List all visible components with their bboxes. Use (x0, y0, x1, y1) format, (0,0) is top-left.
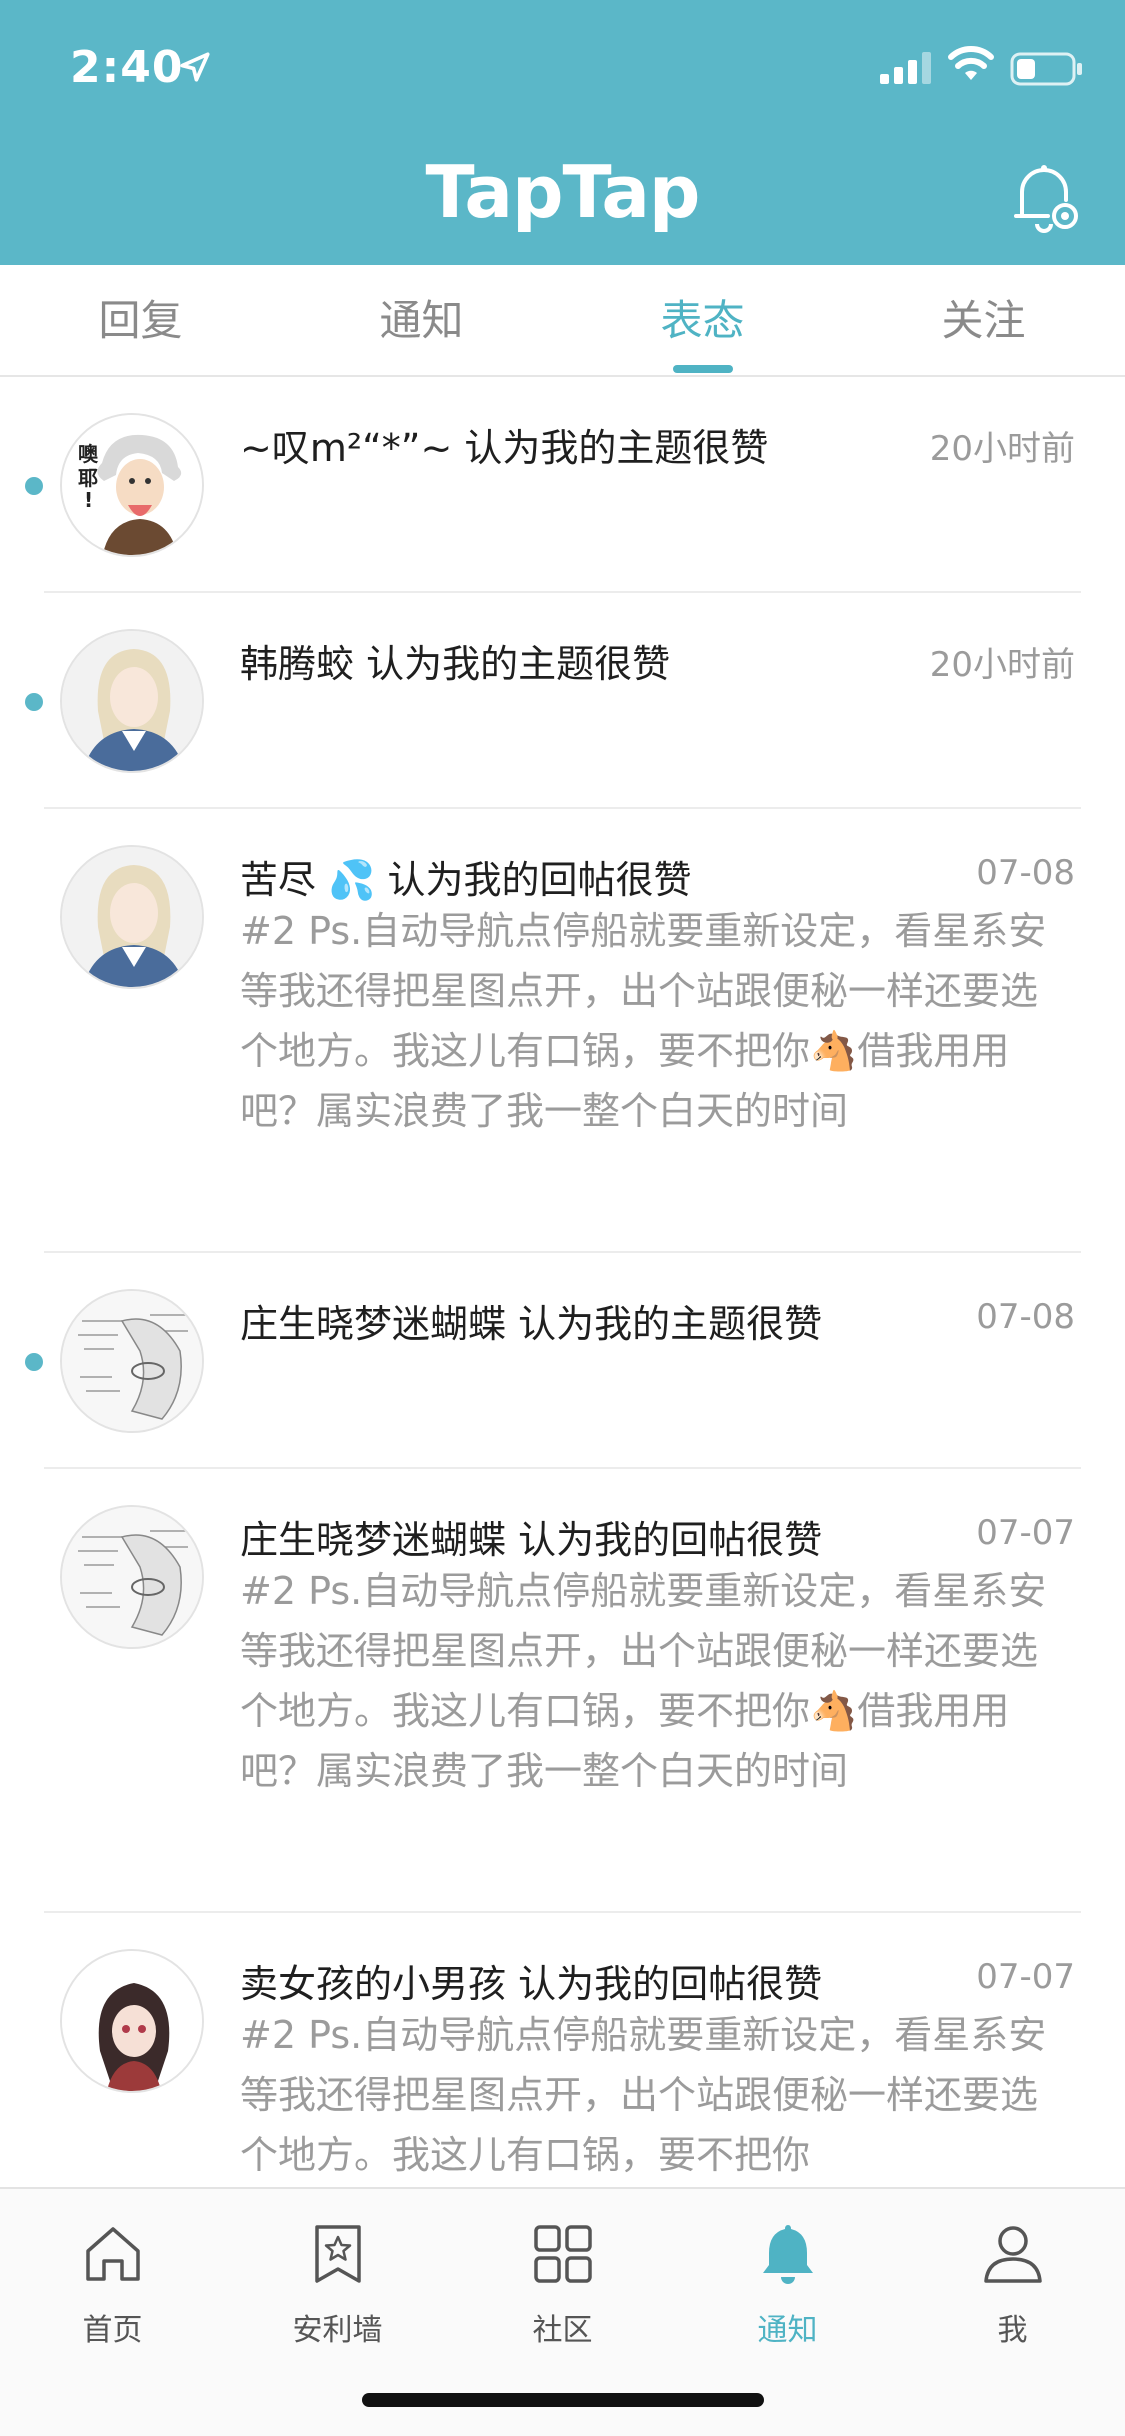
notification-excerpt: #2 Ps.自动导航点停船就要重新设定，看星系安等我还得把星图点开，出个站跟便秘… (240, 2013, 1047, 2177)
nav-home-label: 首页 (82, 2313, 143, 2348)
notification-item[interactable]: 庄生晓梦迷蝴蝶 认为我的主题很赞 07-08 (0, 1253, 1125, 1469)
bell-icon (763, 2225, 813, 2284)
wifi-icon (948, 46, 994, 80)
tab-follows[interactable]: 关注 (843, 265, 1124, 377)
notification-time: 07-07 (976, 1957, 1075, 1997)
svg-text:耶: 耶 (78, 466, 98, 490)
nav-me-label: 我 (997, 2313, 1028, 2348)
location-arrow-icon (180, 52, 210, 82)
notification-title: 卖女孩的小男孩 认为我的回帖很赞 (240, 1962, 823, 2006)
notification-time: 07-08 (976, 853, 1075, 893)
active-tab-indicator (673, 365, 733, 373)
unread-dot (25, 693, 43, 711)
bookmark-star-icon (315, 2225, 361, 2283)
notification-title: 苦尽 💦 认为我的回帖很赞 (240, 858, 692, 902)
nav-me[interactable]: 我 (900, 2209, 1125, 2349)
home-indicator[interactable] (362, 2393, 764, 2407)
notification-title: 庄生晓梦迷蝴蝶 认为我的主题很赞 (240, 1302, 823, 1346)
status-time: 2:40 (70, 42, 184, 93)
notification-excerpt: #2 Ps.自动导航点停船就要重新设定，看星系安等我还得把星图点开，出个站跟便秘… (240, 1569, 1047, 1793)
nav-notifications[interactable]: 通知 (675, 2209, 900, 2349)
notification-title: ~叹m²“*”~ 认为我的主题很赞 (240, 426, 769, 470)
notification-excerpt: #2 Ps.自动导航点停船就要重新设定，看星系安等我还得把星图点开，出个站跟便秘… (240, 909, 1047, 1133)
svg-text:噢: 噢 (78, 442, 99, 466)
notification-item[interactable]: 卖女孩的小男孩 认为我的回帖很赞 07-07 #2 Ps.自动导航点停船就要重新… (0, 1913, 1125, 2187)
nav-home[interactable]: 首页 (0, 2209, 225, 2349)
nav-community-label: 社区 (532, 2313, 593, 2348)
avatar[interactable] (60, 1505, 204, 1649)
tab-likes[interactable]: 表态 (562, 265, 843, 377)
avatar[interactable] (60, 1289, 204, 1433)
notification-settings-icon[interactable] (1008, 160, 1082, 234)
nav-community[interactable]: 社区 (450, 2209, 675, 2349)
battery-icon (1010, 52, 1082, 86)
avatar[interactable] (60, 1949, 204, 2093)
home-icon (86, 2227, 140, 2281)
notification-item[interactable]: 庄生晓梦迷蝴蝶 认为我的回帖很赞 07-07 #2 Ps.自动导航点停船就要重新… (0, 1469, 1125, 1913)
notification-title: 庄生晓梦迷蝴蝶 认为我的回帖很赞 (240, 1518, 823, 1562)
avatar[interactable]: 噢 耶 ! (60, 413, 204, 557)
nav-notifications-label: 通知 (757, 2313, 818, 2348)
notification-item[interactable]: 韩腾蛟 认为我的主题很赞 20小时前 (0, 593, 1125, 809)
avatar[interactable] (60, 845, 204, 989)
nav-recommend-wall[interactable]: 安利墙 (225, 2209, 450, 2349)
notification-tabs: 回复 通知 表态 关注 (0, 265, 1125, 377)
app-header: 2:40 TapTap (0, 0, 1125, 265)
unread-dot (25, 477, 43, 495)
cellular-signal-icon (880, 52, 931, 84)
grid-icon (534, 2225, 592, 2283)
unread-dot (25, 1353, 43, 1371)
notification-item[interactable]: 噢 耶 ! ~叹m²“*”~ 认为我的主题很赞 20小时前 (0, 377, 1125, 593)
notification-time: 07-08 (976, 1297, 1075, 1337)
notification-title: 韩腾蛟 认为我的主题很赞 (240, 642, 671, 686)
avatar[interactable] (60, 629, 204, 773)
status-bar: 2:40 (0, 0, 1125, 135)
notification-list: 噢 耶 ! ~叹m²“*”~ 认为我的主题很赞 20小时前 韩腾蛟 认为我的主题… (0, 377, 1125, 2187)
notification-item[interactable]: 苦尽 💦 认为我的回帖很赞 07-08 #2 Ps.自动导航点停船就要重新设定，… (0, 809, 1125, 1253)
notification-time: 20小时前 (929, 645, 1075, 685)
nav-recommend-wall-label: 安利墙 (292, 2313, 383, 2348)
user-icon (984, 2226, 1042, 2283)
tab-notices[interactable]: 通知 (281, 265, 562, 377)
tab-replies[interactable]: 回复 (0, 265, 281, 377)
notification-time: 07-07 (976, 1513, 1075, 1553)
svg-text:!: ! (84, 488, 93, 512)
taptap-logo: TapTap (425, 150, 701, 234)
notification-time: 20小时前 (929, 429, 1075, 469)
